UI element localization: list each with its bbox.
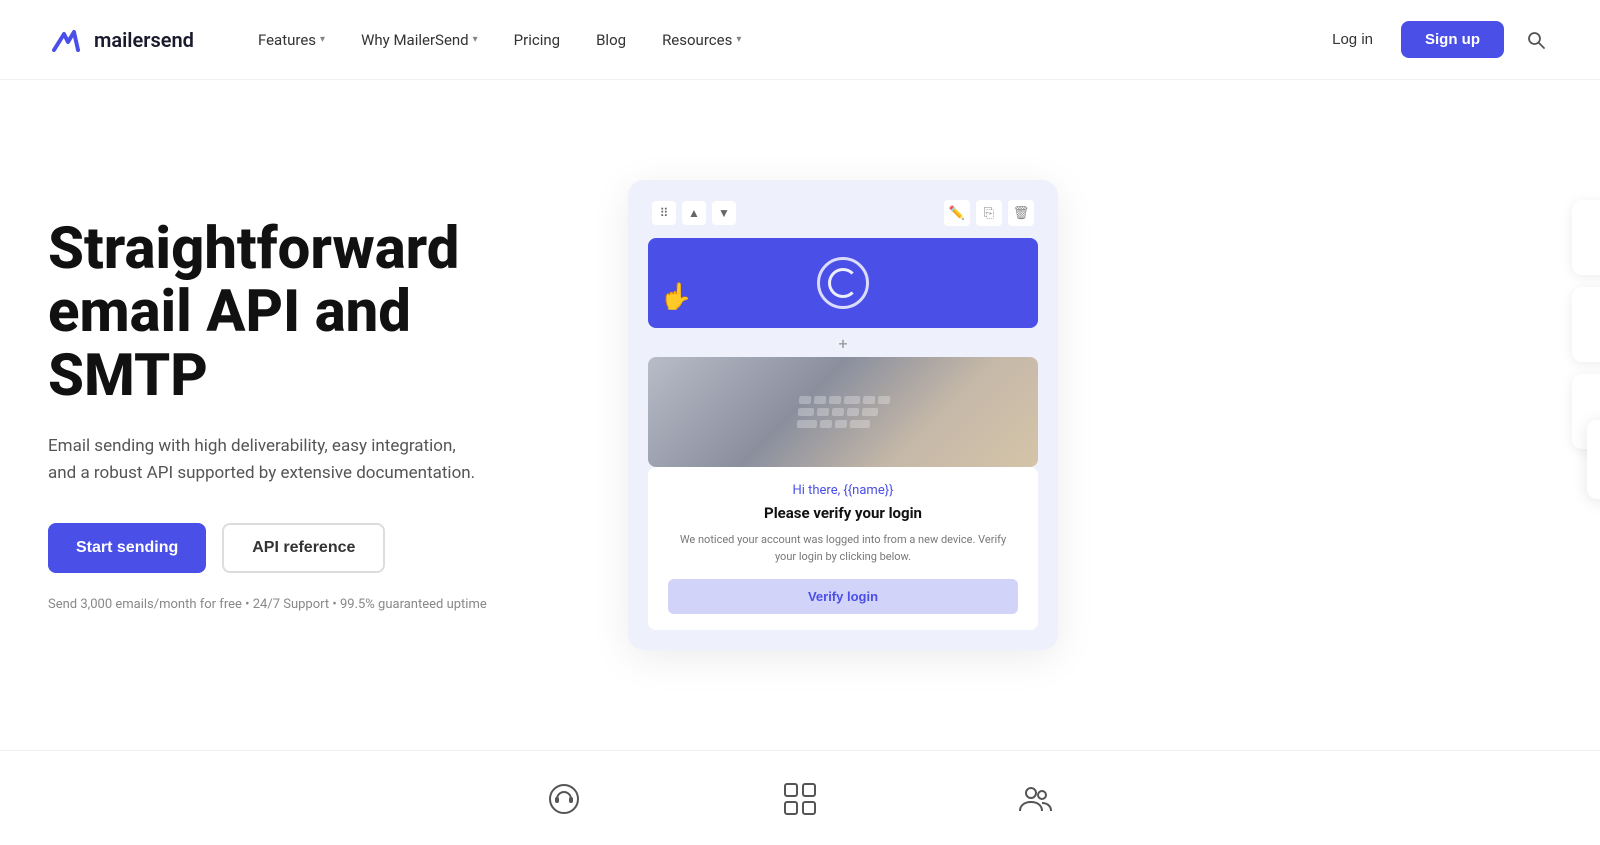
nav-links: Features ▾ Why MailerSend ▾ Pricing Blog… bbox=[242, 23, 1320, 57]
hero-visual: ⠿ ▲ ▼ ✏️ ⎘ 🗑 👆 + bbox=[568, 180, 1552, 650]
start-sending-button[interactable]: Start sending bbox=[48, 523, 206, 573]
keyboard-visual bbox=[796, 396, 890, 428]
bottom-icon-users bbox=[1018, 781, 1054, 825]
bottom-icon-support bbox=[546, 781, 582, 825]
logo-icon bbox=[48, 22, 84, 58]
chevron-down-icon[interactable]: ▼ bbox=[712, 201, 736, 225]
email-greeting: Hi there, {{name}} bbox=[668, 483, 1018, 498]
email-builder-card: ⠿ ▲ ▼ ✏️ ⎘ 🗑 👆 + bbox=[628, 180, 1058, 650]
signup-button[interactable]: Sign up bbox=[1401, 21, 1504, 58]
email-subject: Please verify your login bbox=[668, 504, 1018, 522]
hero-content: Straightforward email API and SMTP Email… bbox=[48, 218, 568, 613]
side-panel: Header Product bbox=[1572, 200, 1600, 449]
toolbar-right: ✏️ ⎘ 🗑 bbox=[944, 200, 1034, 226]
cursor-hand-icon: 👆 bbox=[660, 282, 692, 312]
support-icon bbox=[546, 781, 582, 825]
chevron-down-icon: ▾ bbox=[320, 34, 325, 45]
builder-toolbar: ⠿ ▲ ▼ ✏️ ⎘ 🗑 bbox=[648, 200, 1038, 226]
email-image-block bbox=[648, 357, 1038, 467]
nav-blog[interactable]: Blog bbox=[580, 23, 642, 57]
search-icon bbox=[1526, 30, 1546, 50]
login-button[interactable]: Log in bbox=[1320, 23, 1385, 56]
bottom-icon-templates bbox=[782, 781, 818, 825]
email-content-block: Hi there, {{name}} Please verify your lo… bbox=[648, 467, 1038, 630]
toolbar-left: ⠿ ▲ ▼ bbox=[652, 201, 736, 225]
nav-right: Log in Sign up bbox=[1320, 21, 1552, 58]
delete-icon[interactable]: 🗑 bbox=[1008, 200, 1034, 226]
email-logo-inner bbox=[828, 268, 858, 298]
side-card-product: Product bbox=[1572, 287, 1600, 362]
email-body: We noticed your account was logged into … bbox=[668, 532, 1018, 565]
chevron-down-icon: ▾ bbox=[473, 34, 478, 45]
button-side-card: ↖ Button bbox=[1587, 420, 1600, 499]
hero-meta: Send 3,000 emails/month for free • 24/7 … bbox=[48, 597, 568, 612]
nav-pricing[interactable]: Pricing bbox=[498, 23, 576, 57]
api-reference-button[interactable]: API reference bbox=[222, 523, 385, 573]
logo-link[interactable]: mailersend bbox=[48, 22, 194, 58]
nav-features[interactable]: Features ▾ bbox=[242, 23, 341, 57]
chevron-down-icon: ▾ bbox=[736, 34, 741, 45]
hero-subtitle: Email sending with high deliverability, … bbox=[48, 433, 488, 487]
copy-icon[interactable]: ⎘ bbox=[976, 200, 1002, 226]
email-logo-circle bbox=[817, 257, 869, 309]
verify-login-button[interactable]: Verify login bbox=[668, 579, 1018, 614]
hero-ctas: Start sending API reference bbox=[48, 523, 568, 573]
templates-icon bbox=[782, 781, 818, 825]
add-block-button[interactable]: + bbox=[648, 330, 1038, 357]
search-button[interactable] bbox=[1520, 24, 1552, 56]
email-header-block: 👆 bbox=[648, 238, 1038, 328]
edit-icon[interactable]: ✏️ bbox=[944, 200, 970, 226]
hero-section: Straightforward email API and SMTP Email… bbox=[0, 80, 1600, 730]
navbar: mailersend Features ▾ Why MailerSend ▾ P… bbox=[0, 0, 1600, 80]
chevron-up-icon[interactable]: ▲ bbox=[682, 201, 706, 225]
users-icon bbox=[1018, 781, 1054, 825]
nav-why[interactable]: Why MailerSend ▾ bbox=[345, 23, 494, 57]
nav-resources[interactable]: Resources ▾ bbox=[646, 23, 757, 57]
hero-title: Straightforward email API and SMTP bbox=[48, 218, 568, 409]
bottom-icons-row bbox=[0, 750, 1600, 845]
drag-handle-icon: ⠿ bbox=[652, 201, 676, 225]
logo-text: mailersend bbox=[94, 28, 194, 52]
side-card-header: Header bbox=[1572, 200, 1600, 275]
